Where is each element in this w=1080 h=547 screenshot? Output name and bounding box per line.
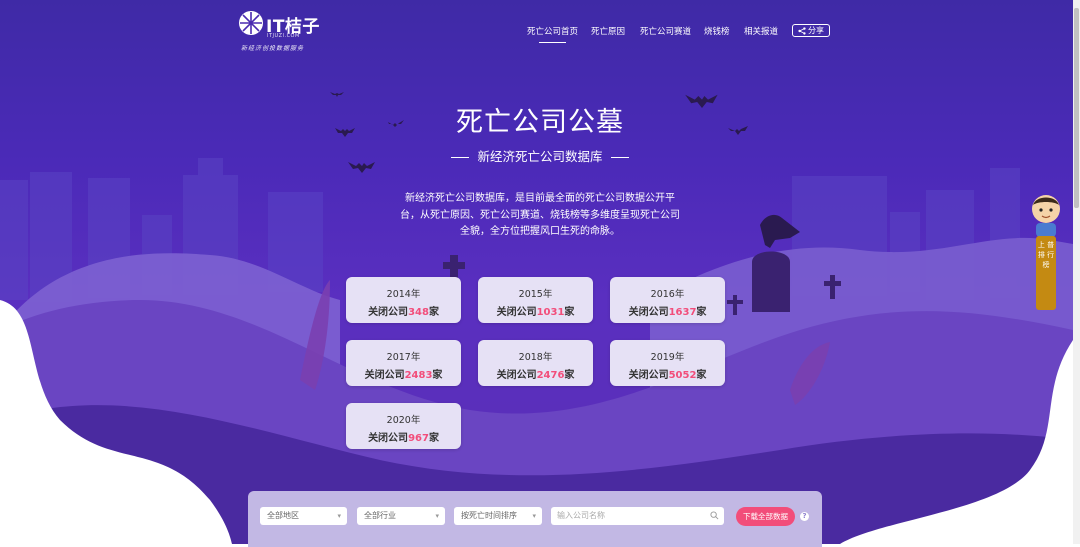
card-year: 2016年 xyxy=(650,289,685,300)
card-year: 2018年 xyxy=(518,352,553,363)
region-select[interactable]: 全部地区 ▾ xyxy=(260,507,347,525)
scrollbar[interactable] xyxy=(1073,0,1080,544)
share-label: 分享 xyxy=(808,26,824,35)
share-button[interactable]: 分享 xyxy=(792,24,830,37)
card-count: 关闭公司2476家 xyxy=(496,370,575,381)
sort-select-value: 按死亡时间排序 xyxy=(461,511,517,520)
card-count: 关闭公司1637家 xyxy=(628,307,707,318)
year-card-2015[interactable]: 2015年 关闭公司1031家 xyxy=(478,277,593,323)
share-icon xyxy=(798,26,806,35)
card-count: 关闭公司5052家 xyxy=(628,370,707,381)
divider xyxy=(610,157,629,158)
divider xyxy=(451,157,470,158)
nav-item-death-reasons[interactable]: 死亡原因 xyxy=(591,25,625,37)
help-icon[interactable]: ? xyxy=(800,512,809,521)
year-card-2016[interactable]: 2016年 关闭公司1637家 xyxy=(610,277,725,323)
card-year: 2020年 xyxy=(386,415,421,426)
search-placeholder: 输入公司名称 xyxy=(557,511,605,520)
industry-select[interactable]: 全部行业 ▾ xyxy=(357,507,445,525)
card-count: 关闭公司967家 xyxy=(368,433,439,444)
itjuzi-logo[interactable]: IT桔子 ITJUZI.COM 新经济创投数据服务 xyxy=(238,10,319,54)
year-card-2014[interactable]: 2014年 关闭公司348家 xyxy=(346,277,461,323)
sort-select[interactable]: 按死亡时间排序 ▾ xyxy=(454,507,542,525)
card-count: 关闭公司2483家 xyxy=(364,370,443,381)
card-count: 关闭公司1031家 xyxy=(496,307,575,318)
year-card-2018[interactable]: 2018年 关闭公司2476家 xyxy=(478,340,593,386)
page-subtitle: 新经济死亡公司数据库 xyxy=(0,146,1080,165)
hero-description: 新经济死亡公司数据库，是目前最全面的死亡公司数据公开平台，从死亡原因、死亡公司赛… xyxy=(400,193,680,237)
logo-slogan: 新经济创投数据服务 xyxy=(241,45,305,52)
chevron-down-icon: ▾ xyxy=(435,512,439,520)
year-card-2019[interactable]: 2019年 关闭公司5052家 xyxy=(610,340,725,386)
card-year: 2014年 xyxy=(386,289,421,300)
search-icon[interactable] xyxy=(710,511,719,520)
region-select-value: 全部地区 xyxy=(267,511,299,520)
nav-item-reports[interactable]: 相关报道 xyxy=(744,25,778,37)
subtitle-text: 新经济死亡公司数据库 xyxy=(477,149,603,164)
year-card-2020[interactable]: 2020年 关闭公司967家 xyxy=(346,403,461,449)
nav-item-home[interactable]: 死亡公司首页 xyxy=(527,25,578,43)
company-search-input[interactable]: 输入公司名称 xyxy=(551,507,724,525)
year-card-2017[interactable]: 2017年 关闭公司2483家 xyxy=(346,340,461,386)
card-year: 2019年 xyxy=(650,352,685,363)
filter-bar: 全部地区 ▾ 全部行业 ▾ 按死亡时间排序 ▾ 输入公司名称 下载全部数据 ? xyxy=(248,491,822,547)
scrollbar-thumb[interactable] xyxy=(1074,8,1079,208)
download-all-button[interactable]: 下载全部数据 xyxy=(736,507,795,526)
card-year: 2017年 xyxy=(386,352,421,363)
hero-illustration xyxy=(0,92,1073,544)
nav-item-burn-rank[interactable]: 烧钱榜 xyxy=(704,25,730,37)
chevron-down-icon: ▾ xyxy=(337,512,341,520)
page-title: 死亡公司公墓 xyxy=(456,107,624,138)
card-year: 2015年 xyxy=(518,289,553,300)
nav-item-tracks[interactable]: 死亡公司赛道 xyxy=(640,25,691,37)
orange-slice-icon xyxy=(239,11,263,35)
industry-select-value: 全部行业 xyxy=(364,511,396,520)
card-count: 关闭公司348家 xyxy=(368,307,439,318)
logo-domain: ITJUZI.COM xyxy=(267,33,300,39)
chevron-down-icon: ▾ xyxy=(532,512,536,520)
ranking-side-tab[interactable]: 上 普 排 行 榜 xyxy=(1036,236,1056,310)
